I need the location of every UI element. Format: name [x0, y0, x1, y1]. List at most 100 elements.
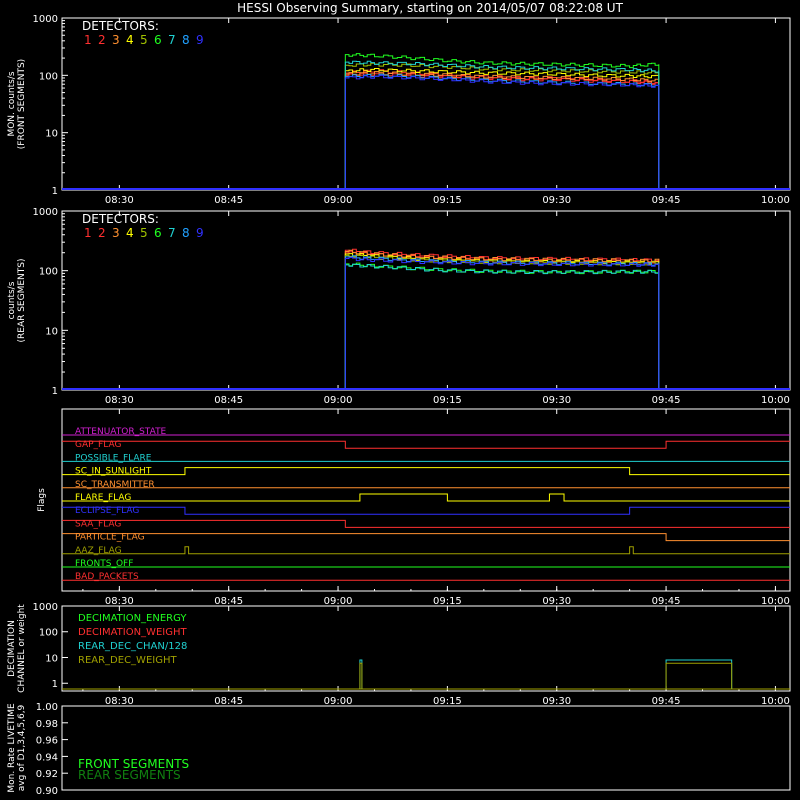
front-series-9 [344, 74, 660, 191]
flag-label: POSSIBLE_FLARE [75, 453, 152, 463]
livetime-ylabel2: avg of D1,3,4,5,6,9 [17, 704, 27, 791]
decimation-spike [359, 662, 363, 689]
rear-legend-number: 2 [98, 226, 106, 240]
decimation-x-tick-label: 09:00 [324, 696, 353, 707]
chart-title: HESSI Observing Summary, starting on 201… [237, 1, 623, 15]
hessi-observing-summary-plot: HESSI Observing Summary, starting on 201… [7, 1, 791, 797]
front-legend-number: 6 [154, 33, 162, 47]
rear-y-tick-label: 100 [39, 267, 58, 278]
front-legend-number: 3 [112, 33, 120, 47]
decimation-x-tick-label: 09:15 [433, 696, 462, 707]
front-legend-number: 5 [140, 33, 148, 47]
rear-detectors-label: DETECTORS: [82, 212, 159, 226]
flag-label: SC_TRANSMITTER [75, 480, 155, 490]
front-series-3 [344, 71, 660, 191]
front-panel: 08:30 08:45 09:00 09:15 09:30 09:45 10:00 1 10 10… [7, 14, 791, 206]
rear-series-8 [344, 255, 660, 391]
decimation-panel: 08:30 08:45 09:00 09:15 09:30 09:45 10:00 1 10 10… [7, 602, 791, 707]
rear-ylabel: counts/s [7, 281, 17, 319]
flag-line [62, 533, 790, 542]
rear-x-tick-label: 08:45 [214, 395, 243, 406]
flag-label: PARTICLE_FLAG [75, 533, 145, 543]
rear-x-tick-label: 09:00 [324, 395, 353, 406]
front-legend-number: 4 [126, 33, 134, 47]
front-ylabel: MON. counts/s [7, 71, 17, 136]
front-legend-number: 7 [168, 33, 176, 47]
front-y-tick-label: 1 [52, 186, 58, 197]
livetime-y-tick-label: 0.96 [36, 736, 58, 747]
decimation-y-tick-label: 1000 [33, 602, 58, 613]
rear-legend-number: 4 [126, 226, 134, 240]
front-x-tick-label: 09:00 [324, 195, 353, 206]
flags-ylabel: Flags [37, 488, 47, 512]
rear-panel: 08:30 08:45 09:00 09:15 09:30 09:45 10:00 1 10 10… [7, 207, 791, 406]
decimation-x-tick-label: 10:00 [761, 696, 790, 707]
front-series-8 [344, 73, 660, 191]
decimation-legend-label: REAR_DEC_WEIGHT [78, 655, 177, 666]
flag-label: SAA_FLAG [75, 519, 121, 529]
front-legend-number: 2 [98, 33, 106, 47]
rear-legend-number: 1 [84, 226, 92, 240]
front-y-tick-label: 1000 [33, 14, 58, 25]
front-y-tick-label: 10 [45, 129, 58, 140]
rear-legend-number: 3 [112, 226, 120, 240]
flags-frame [61, 408, 791, 592]
flag-line [62, 467, 790, 476]
rear-y-tick-label: 1 [52, 386, 58, 397]
flags-x-tick-label: 10:00 [761, 596, 790, 607]
flag-label: GAP_FLAG [75, 440, 121, 450]
rear-legend-number: 8 [182, 226, 190, 240]
flag-label: FLARE_FLAG [75, 493, 131, 503]
front-x-tick-label: 09:45 [652, 195, 681, 206]
rear-x-tick-label: 09:45 [652, 395, 681, 406]
rear-series-7 [344, 263, 660, 391]
rear-series-4 [344, 253, 660, 391]
front-legend-number: 1 [84, 33, 92, 47]
flags-x-tick-label: 09:45 [652, 596, 681, 607]
livetime-panel: 0.90 0.92 0.94 0.96 0.98 1.00 Mon. Rate LIVETI… [7, 702, 791, 797]
rear-x-tick-label: 09:15 [433, 395, 462, 406]
decimation-legend-label: REAR_DEC_CHAN/128 [78, 641, 187, 652]
decimation-x-tick-label: 09:45 [652, 696, 681, 707]
livetime-ylabel: Mon. Rate LIVETIME [7, 703, 17, 793]
decimation-ylabel: DECIMATION [7, 620, 17, 677]
rear-x-tick-label: 10:00 [761, 395, 790, 406]
front-series-4 [344, 68, 660, 191]
front-legend-number: 8 [182, 33, 190, 47]
decimation-ylabel2: CHANNEL or weight [17, 604, 27, 693]
rear-series-9 [344, 257, 660, 391]
livetime-y-tick-label: 0.94 [36, 752, 58, 763]
rear-x-tick-label: 09:30 [542, 395, 571, 406]
flag-label: SC_IN_SUNLIGHT [75, 467, 152, 477]
flags-x-tick-label: 09:00 [324, 596, 353, 607]
rear-y-tick-label: 10 [45, 326, 58, 337]
decimation-legend-label: DECIMATION_ENERGY [78, 613, 187, 624]
decimation-x-tick-label: 08:30 [105, 696, 134, 707]
flag-line [62, 493, 790, 502]
flag-line [62, 546, 790, 555]
livetime-y-tick-label: 0.98 [36, 719, 58, 730]
decimation-y-tick-label: 1 [52, 679, 58, 690]
rear-legend-number: 5 [140, 226, 148, 240]
decimation-x-tick-label: 09:30 [542, 696, 571, 707]
rear-series-6 [344, 262, 660, 391]
rear-x-tick-label: 08:30 [105, 395, 134, 406]
front-x-tick-label: 08:45 [214, 195, 243, 206]
front-x-tick-label: 10:00 [761, 195, 790, 206]
flags-x-tick-label: 08:45 [214, 596, 243, 607]
rear-ylabel2: (REAR SEGMENTS) [17, 258, 27, 342]
rear-legend-number: 7 [168, 226, 176, 240]
decimation-y-tick-label: 10 [45, 653, 58, 664]
flags-panel: 08:30 08:45 09:00 09:15 09:30 09:45 10:00 Flags… [37, 408, 791, 607]
decimation-legend-label: DECIMATION_WEIGHT [78, 627, 187, 638]
front-series-2 [344, 72, 660, 191]
front-x-tick-label: 09:15 [433, 195, 462, 206]
front-x-tick-label: 08:30 [105, 195, 134, 206]
flags-x-tick-label: 09:30 [542, 596, 571, 607]
livetime-y-tick-label: 0.90 [36, 786, 58, 797]
flags-x-tick-label: 08:30 [105, 596, 134, 607]
flag-line [62, 519, 790, 528]
flag-label: ATTENUATOR_STATE [75, 427, 167, 437]
rear-legend-number: 6 [154, 226, 162, 240]
flag-line [62, 440, 790, 449]
